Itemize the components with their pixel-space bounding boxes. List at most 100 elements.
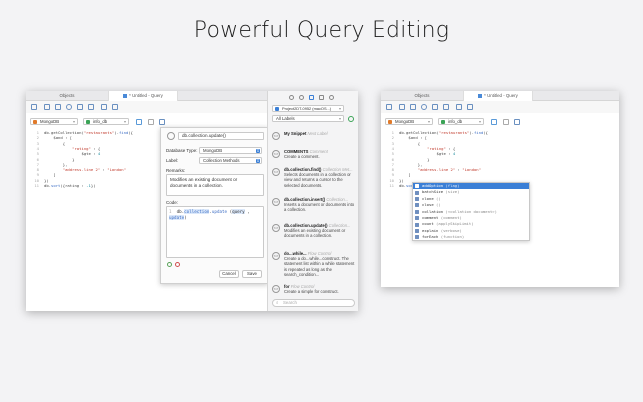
comment-icon[interactable] (443, 104, 449, 110)
remove-placeholder-icon[interactable] (175, 262, 180, 267)
database-select[interactable]: info_db ▾ (83, 118, 129, 125)
autocomplete-name: batchSize (422, 189, 444, 195)
connection-select[interactable]: MongoDB ▾ (385, 118, 433, 125)
labels-select[interactable]: All Labels ▾ (272, 115, 344, 122)
stop-icon[interactable] (503, 119, 509, 125)
chevron-updown-icon: ⇕ (256, 147, 260, 153)
panel-connection-select[interactable]: Project2DT-0952 (macOS...) ▾ (272, 105, 344, 112)
braces-icon[interactable] (309, 95, 314, 100)
code-token: : { (445, 145, 456, 151)
snippet-description: Selects documents in a collection or vie… (284, 172, 351, 188)
autocomplete-signature: (comment) (438, 215, 462, 220)
connection-select[interactable]: MongoDB ▾ (30, 118, 78, 125)
remarks-field[interactable]: Modifies an existing document or documen… (166, 174, 264, 196)
database-type-select[interactable]: MongoDB ⇕ (199, 147, 262, 154)
snippet-description: Modifies an existing document or documen… (284, 228, 346, 239)
sort-icon[interactable] (410, 104, 416, 110)
chevron-down-icon: ▾ (427, 119, 430, 124)
code-token: }) (44, 177, 49, 183)
snippet-edit-dialog: db.collection.update() Database Type: Mo… (160, 127, 268, 284)
function-icon (415, 222, 419, 227)
code-token: db.getCollection( (399, 130, 439, 135)
code-token-method: update (211, 209, 228, 214)
tab-untitled-query[interactable]: * Untitled - Query (463, 91, 533, 101)
code-editor[interactable]: 1 db.getCollection("restaurants").find({2… (29, 130, 159, 190)
eye-icon[interactable] (299, 95, 304, 100)
save-button[interactable]: Save (242, 270, 262, 278)
function-icon (415, 184, 419, 189)
code-token: }) (399, 177, 404, 183)
explain-icon[interactable] (514, 119, 520, 125)
layout-icon[interactable] (319, 95, 324, 100)
info-icon[interactable] (289, 95, 294, 100)
code-token: $and : [ (44, 135, 73, 141)
run-icon[interactable] (491, 119, 497, 125)
export-icon[interactable] (112, 104, 118, 110)
code-token: db. (44, 183, 52, 188)
autocomplete-item[interactable]: forEach (function) (413, 234, 529, 240)
code-token: db. (399, 183, 407, 188)
function-icon (415, 216, 419, 221)
label-select[interactable]: Collection Methods ⇕ (199, 157, 262, 164)
filter-icon[interactable] (399, 104, 405, 110)
code-token: $gte : (44, 151, 98, 157)
panel-connection-value: Project2DT-0952 (macOS...) (282, 106, 332, 111)
code-token: { (399, 140, 421, 146)
comment-icon[interactable] (88, 104, 94, 110)
gear-icon[interactable] (329, 95, 334, 100)
tab-objects[interactable]: Objects (381, 91, 463, 101)
tab-objects[interactable]: Objects (26, 91, 108, 101)
toolbar (381, 101, 619, 113)
code-token-collection: collection (184, 209, 210, 214)
database-select[interactable]: info_db ▾ (438, 118, 484, 125)
function-icon (415, 235, 419, 240)
function-icon (415, 203, 419, 208)
braces-icon[interactable] (77, 104, 83, 110)
chevron-down-icon: ▾ (338, 106, 341, 111)
snippet-title: My Snippet Next Label (284, 131, 328, 136)
code-editor[interactable]: 1 db.getCollection("restaurants").find({2… (384, 130, 524, 190)
cancel-button[interactable]: Cancel (219, 270, 239, 278)
export-icon[interactable] (467, 104, 473, 110)
snippet-icon: <> (272, 168, 280, 176)
save-icon[interactable] (386, 104, 392, 110)
snippet-description: Create a comment. (284, 154, 320, 160)
snippet-icon: <> (272, 285, 280, 293)
code-token: "restaurants" (438, 130, 470, 135)
search-field[interactable]: ⌕ Search (272, 299, 355, 307)
tab-untitled-query[interactable]: * Untitled - Query (108, 91, 178, 101)
braces-icon[interactable] (432, 104, 438, 110)
code-line-number: 1 (169, 209, 172, 214)
code-token: 4 (97, 151, 101, 157)
connection-value: MongoDB (40, 119, 60, 124)
stop-icon[interactable] (148, 119, 154, 125)
chevron-down-icon: ▾ (338, 116, 341, 121)
autocomplete-signature: (flag) (443, 183, 460, 188)
query-editor-window-autocomplete: Objects * Untitled - Query MongoDB ▾ info… (381, 91, 619, 287)
document-icon[interactable] (456, 104, 462, 110)
code-token: } (44, 156, 75, 162)
wand-icon[interactable] (66, 104, 72, 110)
database-type-label: Database Type: (166, 148, 198, 153)
add-snippet-icon[interactable] (348, 116, 354, 122)
filter-icon[interactable] (44, 104, 50, 110)
code-field[interactable]: 1 db.collection.update (query , update) (166, 206, 264, 258)
document-icon[interactable] (101, 104, 107, 110)
label-value: Collection Methods (203, 158, 240, 163)
sort-icon[interactable] (55, 104, 61, 110)
database-icon (86, 120, 90, 124)
save-icon[interactable] (31, 104, 37, 110)
code-token: }) (90, 183, 96, 188)
chevron-updown-icon: ⇕ (256, 157, 260, 163)
snippet-icon: <> (272, 252, 280, 260)
run-icon[interactable] (136, 119, 142, 125)
add-placeholder-icon[interactable] (167, 262, 172, 267)
wand-icon[interactable] (421, 104, 427, 110)
labels-value: All Labels (276, 116, 295, 121)
chevron-down-icon: ▾ (72, 119, 75, 124)
chevron-down-icon: ▾ (123, 119, 126, 124)
code-token-comma: , (244, 209, 250, 214)
snippet-name-field[interactable]: db.collection.update() (178, 132, 264, 140)
explain-icon[interactable] (159, 119, 165, 125)
toolbar (26, 101, 267, 113)
